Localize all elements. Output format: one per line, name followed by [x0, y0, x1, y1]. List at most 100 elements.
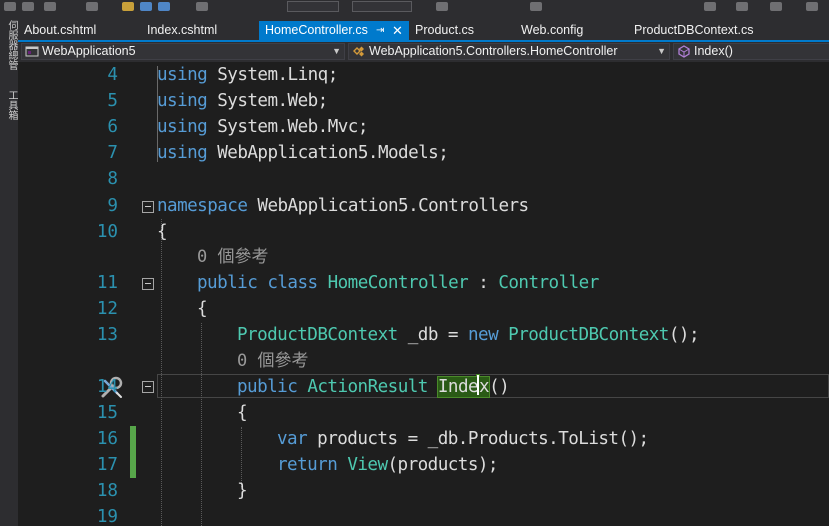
keyword-token: var	[277, 429, 308, 449]
tab-product-cs[interactable]: Product.cs	[409, 21, 509, 40]
code-line: using System.Web;	[157, 91, 328, 111]
save-icon[interactable]	[140, 2, 152, 11]
tab-productdbcontext-cs[interactable]: ProductDBContext.cs	[628, 21, 778, 40]
project-dropdown[interactable]: WebApplication5 ▼	[21, 43, 345, 60]
method-icon	[677, 45, 691, 58]
codelens-references[interactable]: 0 個參考	[237, 348, 308, 374]
line-number: 13	[96, 325, 118, 345]
toolbar-icon[interactable]	[770, 2, 782, 11]
chevron-down-icon: ▼	[332, 46, 341, 56]
toolbox-tab[interactable]: 工具箱	[2, 90, 17, 120]
code-line: public ActionResult Index()	[237, 375, 510, 398]
tab-homecontroller-cs[interactable]: HomeController.cs ⇥ ✕	[259, 21, 409, 40]
type-token: ActionResult	[307, 377, 428, 397]
type-token: Controller	[498, 273, 599, 293]
tab-label: HomeController.cs	[265, 23, 368, 37]
member-dropdown[interactable]: Index()	[673, 43, 829, 60]
line-number: 6	[107, 117, 118, 137]
line-number: 7	[107, 143, 118, 163]
back-icon[interactable]	[4, 2, 16, 11]
text-caret	[477, 375, 480, 395]
keyword-token: using	[157, 65, 208, 85]
line-number: 15	[96, 403, 118, 423]
collapse-toggle[interactable]	[142, 201, 154, 213]
reference-highlight: Index	[436, 375, 491, 398]
forward-icon[interactable]	[22, 2, 34, 11]
line-number: 11	[96, 273, 118, 293]
navigation-bar: WebApplication5 ▼ WebApplication5.Contro…	[18, 42, 829, 62]
toolbar-icon[interactable]	[436, 2, 448, 11]
class-name: WebApplication5.Controllers.HomeControll…	[369, 44, 618, 58]
type-token: View	[347, 455, 388, 475]
collapse-toggle[interactable]	[142, 381, 154, 393]
class-icon	[352, 45, 366, 58]
change-indicator	[130, 426, 136, 478]
keyword-token: new	[467, 325, 499, 345]
document-tab-bar: About.cshtml Index.cshtml HomeController…	[18, 18, 829, 42]
code-line: public class HomeController : Controller	[197, 273, 599, 293]
code-editor[interactable]: 4 5 6 7 8 9 10 11 12 13 14 15 16 17 18 1…	[18, 62, 829, 526]
indent-guide	[201, 323, 202, 526]
line-number: 16	[96, 429, 118, 449]
tab-label: ProductDBContext.cs	[634, 23, 754, 37]
keyword-token: public	[197, 273, 258, 293]
keyword-token: using	[157, 117, 208, 137]
toolbar-icon[interactable]	[704, 2, 716, 11]
pin-icon[interactable]: ⇥	[376, 21, 384, 40]
toolbar-icon[interactable]	[736, 2, 748, 11]
save-all-icon[interactable]	[158, 2, 170, 11]
configuration-dropdown[interactable]	[287, 1, 339, 12]
type-token: ProductDBContext	[508, 325, 669, 345]
member-name: Index()	[694, 44, 733, 58]
tab-web-config[interactable]: Web.config	[515, 21, 625, 40]
toolbar-icon[interactable]	[806, 2, 818, 11]
keyword-token: class	[267, 273, 318, 293]
keyword-token: public	[237, 377, 298, 397]
project-name: WebApplication5	[42, 44, 136, 58]
tab-about-cshtml[interactable]: About.cshtml	[18, 21, 136, 40]
code-line: using WebApplication5.Models;	[157, 143, 449, 163]
collapse-toggle[interactable]	[142, 278, 154, 290]
line-number: 8	[107, 169, 118, 189]
undo-icon[interactable]	[196, 2, 208, 11]
tab-index-cshtml[interactable]: Index.cshtml	[141, 21, 259, 40]
toolbar-icon[interactable]	[44, 2, 56, 11]
line-number: 5	[107, 91, 118, 111]
tab-label: Index.cshtml	[147, 23, 218, 37]
chevron-down-icon: ▼	[657, 46, 666, 56]
line-number: 19	[96, 507, 118, 526]
line-number: 12	[96, 299, 118, 319]
toolbar-icon[interactable]	[530, 2, 542, 11]
codelens-references[interactable]: 0 個參考	[197, 244, 268, 270]
code-line: {	[197, 299, 208, 319]
open-folder-icon[interactable]	[122, 2, 134, 11]
left-tool-strip: 伺服器總管 工具箱	[0, 18, 18, 526]
type-token: ProductDBContext	[237, 325, 398, 345]
keyword-token: using	[157, 91, 208, 111]
code-line: var products = _db.Products.ToList();	[277, 429, 649, 449]
tab-label: About.cshtml	[24, 23, 97, 37]
code-line: using System.Web.Mvc;	[157, 117, 368, 137]
line-number: 17	[96, 455, 118, 475]
code-line: {	[157, 222, 168, 242]
platform-dropdown[interactable]	[352, 1, 412, 12]
line-number: 9	[107, 196, 118, 216]
keyword-token: namespace	[157, 196, 248, 216]
code-line: namespace WebApplication5.Controllers	[157, 196, 529, 216]
code-line: }	[237, 481, 248, 501]
server-explorer-tab[interactable]: 伺服器總管	[2, 20, 17, 70]
close-icon[interactable]: ✕	[392, 21, 403, 40]
keyword-token: return	[277, 455, 338, 475]
type-token: HomeController	[327, 273, 469, 293]
code-line: return View(products);	[277, 455, 499, 475]
csharp-project-icon	[25, 45, 39, 58]
toolbar-icon[interactable]	[86, 2, 98, 11]
code-line: ProductDBContext _db = new ProductDBCont…	[237, 325, 700, 345]
tab-label: Web.config	[521, 23, 584, 37]
line-number: 10	[96, 222, 118, 242]
code-line: {	[237, 403, 248, 423]
line-number: 4	[107, 65, 118, 85]
code-line: using System.Linq;	[157, 65, 338, 85]
line-number: 18	[96, 481, 118, 501]
class-dropdown[interactable]: WebApplication5.Controllers.HomeControll…	[348, 43, 670, 60]
